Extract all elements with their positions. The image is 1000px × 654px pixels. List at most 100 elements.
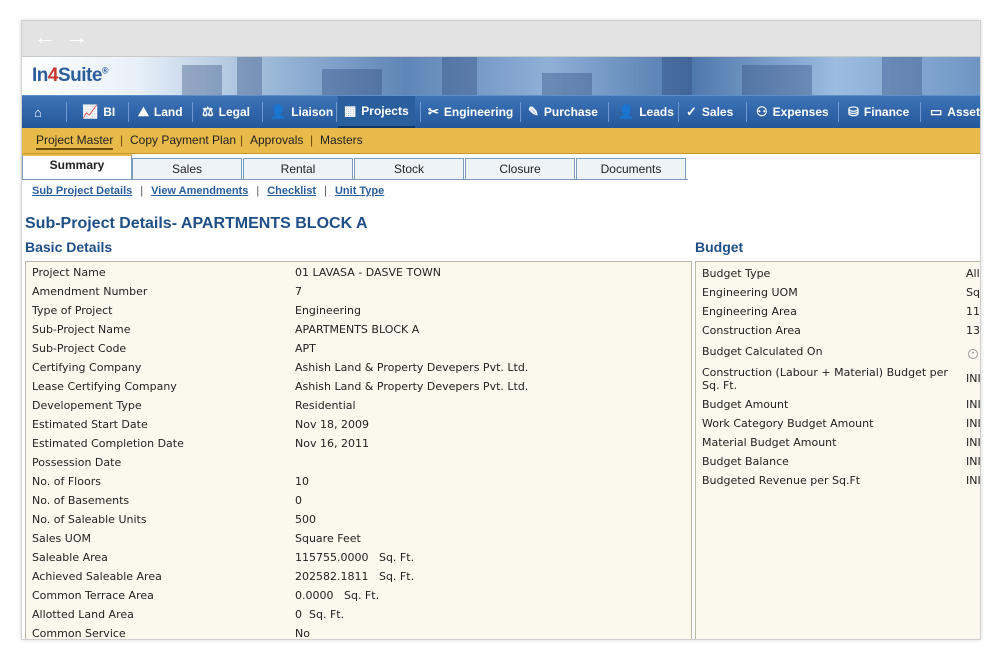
basic-value: Nov 16, 2011 <box>295 437 369 450</box>
basic-details-title: Basic Details <box>25 239 113 255</box>
budget-label: Budget Type <box>702 267 771 280</box>
menu-land[interactable]: ⛰ Land <box>138 96 183 128</box>
tab-sales[interactable]: Sales <box>132 158 242 179</box>
budget-label: Material Budget Amount <box>702 436 837 449</box>
tab-documents[interactable]: Documents <box>576 158 686 179</box>
basic-label: Sales UOM <box>32 532 91 545</box>
budget-label: Budgeted Revenue per Sq.Ft <box>702 474 861 487</box>
app-window: ← → In4Suite® ⌂ 📈 BI ⛰ Land ⚖ Legal 👤 Liaiso… <box>21 20 981 640</box>
basic-value: APT <box>295 342 316 355</box>
basic-label: No. of Saleable Units <box>32 513 147 526</box>
budget-value: INI <box>966 436 981 449</box>
menu-engineering[interactable]: ✂ Engineering <box>428 96 513 128</box>
main-menu: ⌂ 📈 BI ⛰ Land ⚖ Legal 👤 Liaison ▦ Projects ✂ E… <box>22 95 980 129</box>
basic-label: Estimated Completion Date <box>32 437 184 450</box>
basic-value: Ashish Land & Property Devepers Pvt. Ltd… <box>295 361 529 374</box>
budget-label: Engineering Area <box>702 305 797 318</box>
user-icon: 👤 <box>270 104 287 119</box>
budget-title: Budget <box>695 239 744 255</box>
menu-projects[interactable]: ▦ Projects <box>338 96 415 128</box>
coins-icon: ⛁ <box>848 104 859 119</box>
basic-label: Sub-Project Name <box>32 323 131 336</box>
tag-icon: ✓ <box>686 104 697 119</box>
basic-label: Lease Certifying Company <box>32 380 177 393</box>
budget-value: INI <box>966 455 981 468</box>
basic-label: Amendment Number <box>32 285 148 298</box>
tab-rental[interactable]: Rental <box>243 158 353 179</box>
home-icon: ⌂ <box>34 104 42 120</box>
basic-value: 0.0000 Sq. Ft. <box>295 589 380 602</box>
budget-value: INI <box>966 474 981 487</box>
basic-value: 7 <box>295 285 302 298</box>
menu-leads[interactable]: 👤 Leads <box>618 96 674 128</box>
sub-menu: Project Master | Copy Payment Plan | App… <box>22 128 980 154</box>
in4suite-logo[interactable]: In4Suite® <box>32 65 109 87</box>
basic-value: Nov 18, 2009 <box>295 418 369 431</box>
basic-value: 0 <box>295 494 302 507</box>
land-icon: ⛰ <box>138 104 149 119</box>
basic-label: Estimated Start Date <box>32 418 148 431</box>
tab-stock[interactable]: Stock <box>354 158 464 179</box>
submenu-copy-payment-plan[interactable]: Copy Payment Plan <box>130 133 236 147</box>
menu-sales[interactable]: ✓ Sales <box>686 96 733 128</box>
menu-purchase[interactable]: ✎ Purchase <box>528 96 598 128</box>
submenu-project-master[interactable]: Project Master <box>36 133 114 150</box>
basic-label: Sub-Project Code <box>32 342 127 355</box>
menu-bi[interactable]: 📈 BI <box>82 96 115 128</box>
basic-label: Achieved Saleable Area <box>32 570 162 583</box>
budget-label: Construction (Labour + Material) Budget … <box>702 366 948 392</box>
monitor-icon: ▭ <box>930 104 943 119</box>
page-title: Sub-Project Details- APARTMENTS BLOCK A <box>25 215 368 232</box>
basic-label: Type of Project <box>32 304 113 317</box>
menu-expenses[interactable]: ⚇ Expenses <box>756 96 829 128</box>
tab-summary[interactable]: Summary <box>22 154 132 180</box>
budget-value: All <box>966 267 980 280</box>
menu-asset[interactable]: ▭ Asset <box>930 96 980 128</box>
browser-toolbar: ← → <box>22 21 980 57</box>
sub-links: Sub Project Details | View Amendments | Chec… <box>32 185 385 197</box>
basic-label: Possession Date <box>32 456 122 469</box>
basic-value: 0 Sq. Ft. <box>295 608 345 621</box>
menu-liaison[interactable]: 👤 Liaison <box>270 96 333 128</box>
header-banner: In4Suite® <box>22 57 980 95</box>
tab-bar: Summary Sales Rental Stock Closure Docum… <box>22 154 980 180</box>
basic-label: No. of Floors <box>32 475 101 488</box>
forward-arrow-icon[interactable]: → <box>66 25 88 49</box>
basic-value: 01 LAVASA - DASVE TOWN <box>295 266 441 279</box>
submenu-masters[interactable]: Masters <box>320 133 363 147</box>
budget-radio[interactable]: • <box>968 345 978 359</box>
back-arrow-icon[interactable]: ← <box>34 25 56 49</box>
budget-value: INI <box>966 417 981 430</box>
budget-value: INI <box>966 398 981 411</box>
link-view-amendments[interactable]: View Amendments <box>151 185 248 197</box>
chart-icon: 📈 <box>82 104 99 119</box>
basic-value: Square Feet <box>295 532 361 545</box>
menu-finance[interactable]: ⛁ Finance <box>848 96 909 128</box>
scales-icon: ⚖ <box>202 104 214 119</box>
menu-home[interactable]: ⌂ <box>34 96 47 128</box>
basic-label: Certifying Company <box>32 361 142 374</box>
basic-label: Project Name <box>32 266 106 279</box>
basic-label: Common Terrace Area <box>32 589 154 602</box>
link-checklist[interactable]: Checklist <box>267 185 316 197</box>
budget-value: Sq <box>966 286 980 299</box>
basic-value: 115755.0000 Sq. Ft. <box>295 551 415 564</box>
tab-closure[interactable]: Closure <box>465 158 575 179</box>
basic-value: 10 <box>295 475 309 488</box>
basic-label: Common Service <box>32 627 126 640</box>
budget-value: 13 <box>966 324 980 337</box>
basic-label: Saleable Area <box>32 551 108 564</box>
budget-value: 11 <box>966 305 980 318</box>
budget-label: Engineering UOM <box>702 286 798 299</box>
link-sub-project-details[interactable]: Sub Project Details <box>32 185 132 197</box>
submenu-approvals[interactable]: Approvals <box>250 133 303 147</box>
basic-label: Developement Type <box>32 399 142 412</box>
basic-value: 500 <box>295 513 316 526</box>
budget-panel: Budget Type All Engineering UOM Sq Enginee… <box>695 261 981 639</box>
radio-icon[interactable]: • <box>968 349 978 359</box>
menu-legal[interactable]: ⚖ Legal <box>202 96 250 128</box>
link-unit-type[interactable]: Unit Type <box>335 185 384 197</box>
budget-label: Construction Area <box>702 324 801 337</box>
basic-value: 202582.1811 Sq. Ft. <box>295 570 415 583</box>
basic-details-panel: Project Name 01 LAVASA - DASVE TOWN Amend… <box>25 261 692 640</box>
